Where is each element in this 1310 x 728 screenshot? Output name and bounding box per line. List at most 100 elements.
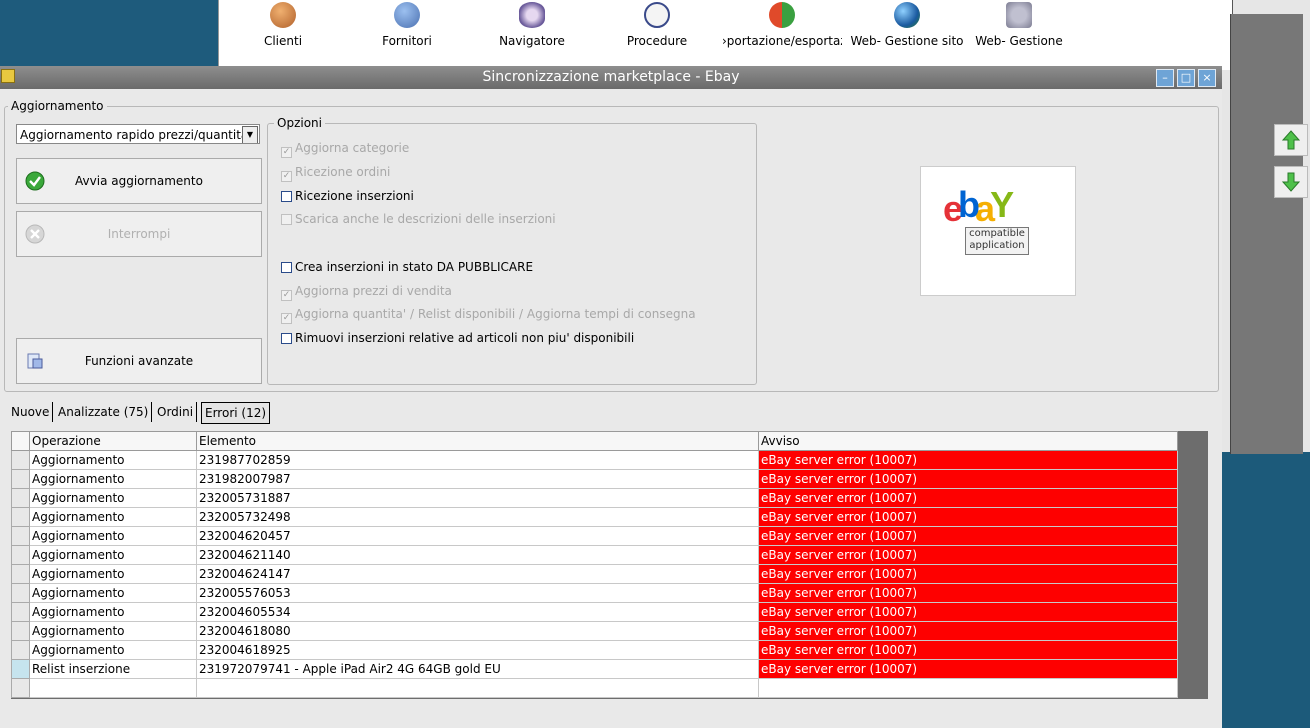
cell-elemento[interactable]: 232005576053: [196, 583, 759, 603]
cell-avviso[interactable]: eBay server error (10007): [758, 602, 1178, 622]
minimize-button[interactable]: –: [1156, 69, 1174, 87]
empty-cell[interactable]: [196, 678, 759, 698]
column-header-elemento[interactable]: Elemento: [196, 431, 759, 451]
table-row[interactable]: Aggiornamento 231982007987 eBay server err…: [11, 469, 1178, 489]
update-mode-select[interactable]: Aggiornamento rapido prezzi/quantita' ▼: [16, 124, 260, 144]
table-row[interactable]: Aggiornamento 232004621140 eBay server err…: [11, 545, 1178, 565]
table-row[interactable]: Relist inserzione 231972079741 - Apple iP…: [11, 659, 1178, 679]
cell-operazione[interactable]: Aggiornamento: [29, 488, 197, 508]
cell-avviso[interactable]: eBay server error (10007): [758, 507, 1178, 527]
cell-elemento[interactable]: 232004618080: [196, 621, 759, 641]
cell-elemento[interactable]: 232005731887: [196, 488, 759, 508]
row-selector[interactable]: [11, 583, 30, 603]
cell-avviso[interactable]: eBay server error (10007): [758, 640, 1178, 660]
option-aggiorna-categorie[interactable]: ✓ Aggiorna categorie: [281, 141, 409, 158]
checkbox[interactable]: ✓: [281, 290, 292, 301]
empty-cell[interactable]: [758, 678, 1178, 698]
cell-elemento[interactable]: 232004621140: [196, 545, 759, 565]
cell-operazione[interactable]: Aggiornamento: [29, 583, 197, 603]
checkbox[interactable]: [281, 333, 292, 344]
row-selector[interactable]: [11, 545, 30, 565]
cell-operazione[interactable]: Aggiornamento: [29, 469, 197, 489]
tab-errori[interactable]: Errori (12): [201, 402, 271, 424]
option-aggiorna-quantita[interactable]: ✓ Aggiorna quantita' / Relist disponibili…: [281, 307, 696, 324]
cell-operazione[interactable]: Relist inserzione: [29, 659, 197, 679]
cell-elemento[interactable]: 232004624147: [196, 564, 759, 584]
cell-elemento[interactable]: 232004618925: [196, 640, 759, 660]
cell-avviso[interactable]: eBay server error (10007): [758, 564, 1178, 584]
cell-avviso[interactable]: eBay server error (10007): [758, 450, 1178, 470]
cell-operazione[interactable]: Aggiornamento: [29, 545, 197, 565]
empty-cell[interactable]: [11, 678, 30, 698]
cell-operazione[interactable]: Aggiornamento: [29, 564, 197, 584]
row-selector[interactable]: [11, 602, 30, 622]
title-bar[interactable]: Sincronizzazione marketplace - Ebay – □ …: [0, 66, 1222, 89]
column-header-avviso[interactable]: Avviso: [758, 431, 1178, 451]
toolbar-web-gestione-sito[interactable]: Web- Gestione sito: [847, 2, 967, 48]
table-row[interactable]: Aggiornamento 232005731887 eBay server err…: [11, 488, 1178, 508]
table-row[interactable]: Aggiornamento 232005732498 eBay server err…: [11, 507, 1178, 527]
cell-operazione[interactable]: Aggiornamento: [29, 526, 197, 546]
row-selector[interactable]: [11, 507, 30, 527]
toolbar-fornitori[interactable]: Fornitori: [357, 2, 457, 48]
tab-nuove[interactable]: Nuove: [8, 402, 54, 422]
toolbar-clienti[interactable]: Clienti: [233, 2, 333, 48]
stop-button[interactable]: Interrompi: [16, 211, 262, 257]
option-crea-inserzioni[interactable]: Crea inserzioni in stato DA PUBBLICARE: [281, 260, 533, 274]
option-aggiorna-prezzi[interactable]: ✓ Aggiorna prezzi di vendita: [281, 284, 452, 301]
cell-elemento[interactable]: 231982007987: [196, 469, 759, 489]
maximize-button[interactable]: □: [1177, 69, 1195, 87]
toolbar-importazione[interactable]: ›portazione/esportazic: [722, 2, 842, 48]
row-selector[interactable]: [11, 564, 30, 584]
cell-avviso[interactable]: eBay server error (10007): [758, 659, 1178, 679]
cell-elemento[interactable]: 231972079741 - Apple iPad Air2 4G 64GB g…: [196, 659, 759, 679]
table-row[interactable]: Aggiornamento 232005576053 eBay server err…: [11, 583, 1178, 603]
table-row[interactable]: Aggiornamento 231987702859 eBay server err…: [11, 450, 1178, 470]
advanced-functions-button[interactable]: Funzioni avanzate: [16, 338, 262, 384]
row-selector[interactable]: [11, 450, 30, 470]
checkbox[interactable]: [281, 214, 292, 225]
cell-avviso[interactable]: eBay server error (10007): [758, 621, 1178, 641]
option-scarica-descrizioni[interactable]: Scarica anche le descrizioni delle inser…: [281, 212, 556, 226]
close-button[interactable]: ×: [1198, 69, 1216, 87]
chevron-down-icon[interactable]: ▼: [242, 126, 258, 143]
cell-operazione[interactable]: Aggiornamento: [29, 621, 197, 641]
cell-operazione[interactable]: Aggiornamento: [29, 640, 197, 660]
cell-elemento[interactable]: 232005732498: [196, 507, 759, 527]
table-row[interactable]: Aggiornamento 232004618925 eBay server err…: [11, 640, 1178, 660]
row-selector[interactable]: [11, 640, 30, 660]
cell-avviso[interactable]: eBay server error (10007): [758, 469, 1178, 489]
checkbox[interactable]: [281, 191, 292, 202]
option-rimuovi-inserzioni[interactable]: Rimuovi inserzioni relative ad articoli …: [281, 331, 634, 345]
table-row[interactable]: Aggiornamento 232004605534 eBay server err…: [11, 602, 1178, 622]
checkbox[interactable]: ✓: [281, 171, 292, 182]
option-ricezione-ordini[interactable]: ✓ Ricezione ordini: [281, 165, 390, 182]
row-selector[interactable]: [11, 488, 30, 508]
start-update-button[interactable]: Avvia aggiornamento: [16, 158, 262, 204]
tab-ordini[interactable]: Ordini: [154, 402, 198, 422]
checkbox[interactable]: [281, 262, 292, 273]
row-selector[interactable]: [11, 621, 30, 641]
checkbox[interactable]: ✓: [281, 313, 292, 324]
move-down-button[interactable]: [1274, 166, 1308, 198]
cell-avviso[interactable]: eBay server error (10007): [758, 545, 1178, 565]
move-up-button[interactable]: [1274, 124, 1308, 156]
table-row[interactable]: Aggiornamento 232004620457 eBay server err…: [11, 526, 1178, 546]
cell-operazione[interactable]: Aggiornamento: [29, 507, 197, 527]
cell-elemento[interactable]: 232004605534: [196, 602, 759, 622]
tab-analizzate[interactable]: Analizzate (75): [55, 402, 153, 422]
toolbar-web-gestione-ordini[interactable]: Web- Gestione: [969, 2, 1069, 48]
empty-cell[interactable]: [29, 678, 197, 698]
cell-elemento[interactable]: 231987702859: [196, 450, 759, 470]
cell-avviso[interactable]: eBay server error (10007): [758, 488, 1178, 508]
cell-avviso[interactable]: eBay server error (10007): [758, 526, 1178, 546]
column-header-operazione[interactable]: Operazione: [29, 431, 197, 451]
cell-avviso[interactable]: eBay server error (10007): [758, 583, 1178, 603]
table-row[interactable]: Aggiornamento 232004618080 eBay server err…: [11, 621, 1178, 641]
checkbox[interactable]: ✓: [281, 147, 292, 158]
table-row[interactable]: Aggiornamento 232004624147 eBay server err…: [11, 564, 1178, 584]
toolbar-navigatore[interactable]: Navigatore: [482, 2, 582, 48]
empty-row[interactable]: [11, 678, 1178, 698]
row-selector[interactable]: [11, 526, 30, 546]
row-selector[interactable]: [11, 659, 30, 679]
